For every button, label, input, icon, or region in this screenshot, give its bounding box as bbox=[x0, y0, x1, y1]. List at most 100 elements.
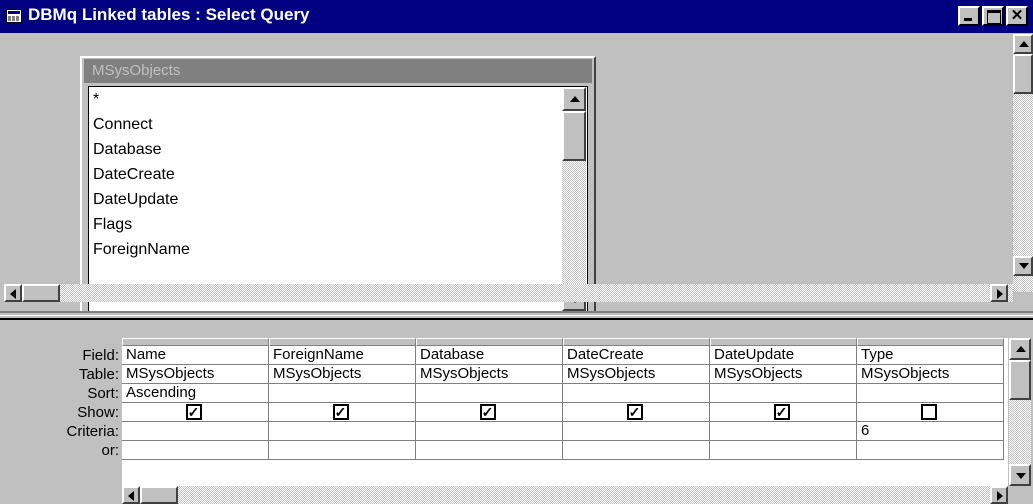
table-pane-scroll-down-button[interactable] bbox=[1013, 256, 1033, 276]
row-label-table: Table: bbox=[78, 366, 119, 383]
grid-cell-show[interactable]: ✓ bbox=[269, 403, 416, 422]
table-pane-scroll-right-button[interactable] bbox=[990, 284, 1008, 302]
row-label-criteria: Criteria: bbox=[66, 423, 119, 440]
grid-scroll-left-button[interactable] bbox=[122, 486, 140, 504]
grid-cell-sort[interactable] bbox=[710, 384, 857, 403]
show-checkbox[interactable]: ✓ bbox=[332, 404, 349, 420]
grid-vertical-scrollbar[interactable] bbox=[1009, 338, 1031, 486]
table-pane-vscroll-thumb[interactable] bbox=[1013, 54, 1033, 94]
grid-cell-field[interactable]: DateUpdate bbox=[710, 346, 857, 365]
field-list-item[interactable]: DateCreate bbox=[93, 162, 175, 187]
query-design-grid[interactable]: Name MSysObjects Ascending ✓ ForeignName MSys… bbox=[122, 338, 1008, 486]
grid-cell-show[interactable] bbox=[857, 403, 1004, 422]
query-icon bbox=[6, 9, 22, 23]
column-selector[interactable] bbox=[122, 338, 269, 346]
arrow-left-icon bbox=[10, 289, 16, 299]
grid-scroll-up-button[interactable] bbox=[1009, 338, 1031, 360]
grid-cell-show[interactable]: ✓ bbox=[563, 403, 710, 422]
grid-vscroll-thumb[interactable] bbox=[1009, 360, 1031, 400]
table-pane-vertical-scrollbar[interactable] bbox=[1013, 34, 1033, 292]
show-checkbox[interactable] bbox=[920, 404, 937, 420]
grid-cell-criteria[interactable] bbox=[710, 422, 857, 441]
row-label-show: Show: bbox=[77, 404, 119, 421]
grid-cell-field[interactable]: ForeignName bbox=[269, 346, 416, 365]
field-list-scroll-up-button[interactable] bbox=[562, 87, 586, 111]
grid-cell-or[interactable] bbox=[563, 441, 710, 460]
field-list-item[interactable]: Database bbox=[93, 137, 162, 162]
show-checkbox[interactable]: ✓ bbox=[626, 404, 643, 420]
show-checkbox[interactable]: ✓ bbox=[773, 404, 790, 420]
grid-scroll-right-button[interactable] bbox=[990, 486, 1008, 504]
close-button[interactable]: ✕ bbox=[1006, 6, 1028, 26]
window-title: DBMq Linked tables : Select Query bbox=[28, 5, 310, 24]
table-pane-scroll-left-button[interactable] bbox=[4, 284, 22, 302]
column-selector[interactable] bbox=[269, 338, 416, 346]
field-list-title[interactable]: MSysObjects bbox=[84, 59, 592, 83]
table-pane-hscroll-thumb[interactable] bbox=[22, 284, 60, 302]
grid-cell-sort[interactable]: Ascending bbox=[122, 384, 269, 403]
show-checkbox[interactable]: ✓ bbox=[185, 404, 202, 420]
grid-cell-table[interactable]: MSysObjects bbox=[269, 365, 416, 384]
field-list-window[interactable]: MSysObjects * Connect Database DateCreate Da… bbox=[80, 56, 596, 317]
grid-cell-field[interactable]: Type bbox=[857, 346, 1004, 365]
grid-cell-table[interactable]: MSysObjects bbox=[710, 365, 857, 384]
grid-cell-field[interactable]: Name bbox=[122, 346, 269, 365]
grid-cell-criteria[interactable] bbox=[563, 422, 710, 441]
field-list-scrollbar[interactable] bbox=[562, 87, 586, 311]
column-selector[interactable] bbox=[710, 338, 857, 346]
field-list-item[interactable]: ForeignName bbox=[93, 237, 190, 262]
grid-cell-show[interactable]: ✓ bbox=[416, 403, 563, 422]
field-list-item[interactable]: Flags bbox=[93, 212, 132, 237]
grid-cell-or[interactable] bbox=[269, 441, 416, 460]
grid-cell-show[interactable]: ✓ bbox=[710, 403, 857, 422]
field-list-item[interactable]: DateUpdate bbox=[93, 187, 178, 212]
arrow-down-icon bbox=[1016, 473, 1026, 479]
grid-cell-table[interactable]: MSysObjects bbox=[563, 365, 710, 384]
table-pane[interactable]: MSysObjects * Connect Database DateCreate Da… bbox=[4, 34, 1033, 317]
grid-cell-or[interactable] bbox=[710, 441, 857, 460]
row-label-or: or: bbox=[101, 442, 119, 459]
design-grid-pane[interactable]: Field: Table: Sort: Show: Criteria: or: … bbox=[4, 320, 1033, 504]
grid-cell-field[interactable]: DateCreate bbox=[563, 346, 710, 365]
field-list-scroll-thumb[interactable] bbox=[562, 111, 586, 161]
arrow-right-icon bbox=[997, 289, 1003, 299]
grid-hscroll-thumb[interactable] bbox=[140, 486, 178, 504]
table-pane-horizontal-scrollbar[interactable] bbox=[4, 284, 1013, 302]
grid-cell-table[interactable]: MSysObjects bbox=[857, 365, 1004, 384]
title-bar[interactable]: DBMq Linked tables : Select Query ✕ bbox=[0, 0, 1033, 33]
grid-cell-criteria[interactable] bbox=[122, 422, 269, 441]
grid-cell-show[interactable]: ✓ bbox=[122, 403, 269, 422]
grid-scroll-down-button[interactable] bbox=[1009, 464, 1031, 486]
column-selector[interactable] bbox=[563, 338, 710, 346]
row-label-field: Field: bbox=[82, 347, 119, 364]
grid-cell-sort[interactable] bbox=[857, 384, 1004, 403]
grid-horizontal-scrollbar[interactable] bbox=[122, 486, 1008, 504]
arrow-down-icon bbox=[1019, 263, 1029, 269]
field-list-item[interactable]: * bbox=[93, 87, 99, 112]
pane-splitter[interactable] bbox=[0, 311, 1033, 320]
grid-cell-sort[interactable] bbox=[269, 384, 416, 403]
row-label-sort: Sort: bbox=[87, 385, 119, 402]
field-list-item[interactable]: Connect bbox=[93, 112, 153, 137]
grid-cell-or[interactable] bbox=[416, 441, 563, 460]
grid-cell-criteria[interactable] bbox=[269, 422, 416, 441]
grid-cell-or[interactable] bbox=[122, 441, 269, 460]
arrow-left-icon bbox=[128, 491, 134, 501]
grid-cell-criteria[interactable] bbox=[416, 422, 563, 441]
maximize-button[interactable] bbox=[982, 6, 1004, 26]
grid-cell-table[interactable]: MSysObjects bbox=[122, 365, 269, 384]
table-pane-scroll-up-button[interactable] bbox=[1013, 34, 1033, 54]
query-window: DBMq Linked tables : Select Query ✕ MSys… bbox=[0, 0, 1033, 504]
grid-cell-sort[interactable] bbox=[563, 384, 710, 403]
column-selector[interactable] bbox=[857, 338, 1004, 346]
show-checkbox[interactable]: ✓ bbox=[479, 404, 496, 420]
field-list[interactable]: * Connect Database DateCreate DateUpdate Flag… bbox=[88, 86, 588, 312]
grid-cell-sort[interactable] bbox=[416, 384, 563, 403]
minimize-button[interactable] bbox=[958, 6, 980, 26]
grid-cell-table[interactable]: MSysObjects bbox=[416, 365, 563, 384]
grid-cell-or[interactable] bbox=[857, 441, 1004, 460]
grid-cell-field[interactable]: Database bbox=[416, 346, 563, 365]
column-selector[interactable] bbox=[416, 338, 563, 346]
grid-cell-criteria[interactable]: 6 bbox=[857, 422, 1004, 441]
arrow-up-icon bbox=[1019, 41, 1029, 47]
